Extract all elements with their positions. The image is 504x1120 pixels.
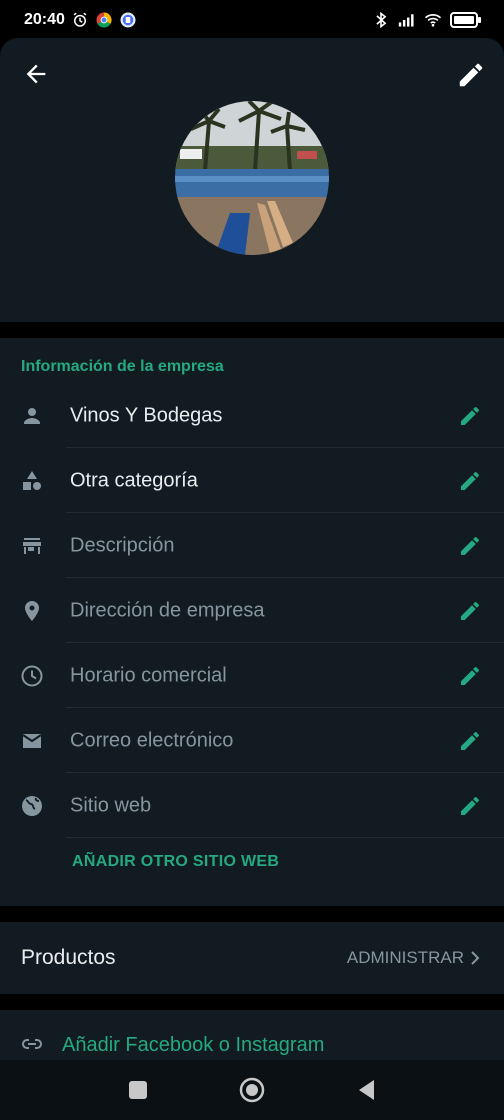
pencil-icon[interactable] (458, 664, 482, 688)
pencil-icon (459, 63, 483, 87)
row-hours[interactable]: Horario comercial (0, 643, 504, 708)
category-shapes-icon (20, 469, 44, 493)
triangle-back-icon (359, 1080, 374, 1100)
wifi-icon (424, 11, 442, 29)
link-icon (20, 1032, 44, 1056)
row-description[interactable]: Descripción (0, 513, 504, 578)
circle-icon (239, 1077, 265, 1103)
section-title: Información de la empresa (21, 358, 224, 375)
add-website-button[interactable]: AÑADIR OTRO SITIO WEB (72, 853, 279, 871)
edit-profile-button[interactable] (456, 60, 486, 90)
pencil-icon[interactable] (458, 729, 482, 753)
app-notification-icon (119, 11, 137, 29)
location-pin-icon (20, 599, 44, 623)
store-icon (20, 534, 44, 558)
person-icon (20, 404, 44, 428)
manage-products-button[interactable]: ADMINISTRAR (347, 948, 482, 968)
business-name: Vinos Y Bodegas (70, 404, 223, 426)
arrow-back-icon (26, 64, 46, 84)
status-time: 20:40 (24, 11, 65, 28)
add-social-label: Añadir Facebook o Instagram (62, 1034, 325, 1056)
pool-photo (175, 101, 329, 255)
chevron-right-icon (471, 951, 480, 965)
products-title: Productos (21, 946, 116, 969)
bluetooth-icon (372, 11, 390, 29)
globe-icon (20, 794, 44, 818)
business-email: Correo electrónico (70, 729, 234, 751)
row-address[interactable]: Dirección de empresa (0, 578, 504, 643)
row-email[interactable]: Correo electrónico (0, 708, 504, 773)
profile-photo[interactable] (175, 101, 329, 255)
email-icon (20, 729, 44, 753)
back-nav-button[interactable] (354, 1077, 380, 1103)
divider (66, 837, 504, 838)
profile-header (0, 38, 504, 322)
add-social-link[interactable]: Añadir Facebook o Instagram (0, 1010, 504, 1060)
back-button[interactable] (22, 60, 50, 88)
pencil-icon[interactable] (458, 599, 482, 623)
products-section[interactable]: Productos ADMINISTRAR (0, 922, 504, 994)
status-bar: 20:40 (0, 0, 504, 40)
alarm-icon (71, 11, 89, 29)
business-category: Otra categoría (70, 469, 198, 491)
home-button[interactable] (239, 1077, 265, 1103)
pencil-icon[interactable] (458, 404, 482, 428)
business-description: Descripción (70, 534, 175, 556)
clock-icon (20, 664, 44, 688)
square-icon (129, 1081, 147, 1099)
pencil-icon[interactable] (458, 469, 482, 493)
business-info-section: Información de la empresa Vinos Y Bodega… (0, 338, 504, 906)
business-address: Dirección de empresa (70, 599, 265, 621)
system-nav-bar (0, 1060, 504, 1120)
recents-button[interactable] (125, 1077, 151, 1103)
pencil-icon[interactable] (458, 794, 482, 818)
row-name[interactable]: Vinos Y Bodegas (0, 383, 504, 448)
battery-icon (450, 11, 482, 29)
pencil-icon[interactable] (458, 534, 482, 558)
chrome-icon (95, 11, 113, 29)
row-website[interactable]: Sitio web (0, 773, 504, 838)
business-hours: Horario comercial (70, 664, 227, 686)
business-website: Sitio web (70, 794, 152, 816)
signal-icon (398, 11, 416, 29)
row-category[interactable]: Otra categoría (0, 448, 504, 513)
manage-label: ADMINISTRAR (346, 948, 464, 967)
